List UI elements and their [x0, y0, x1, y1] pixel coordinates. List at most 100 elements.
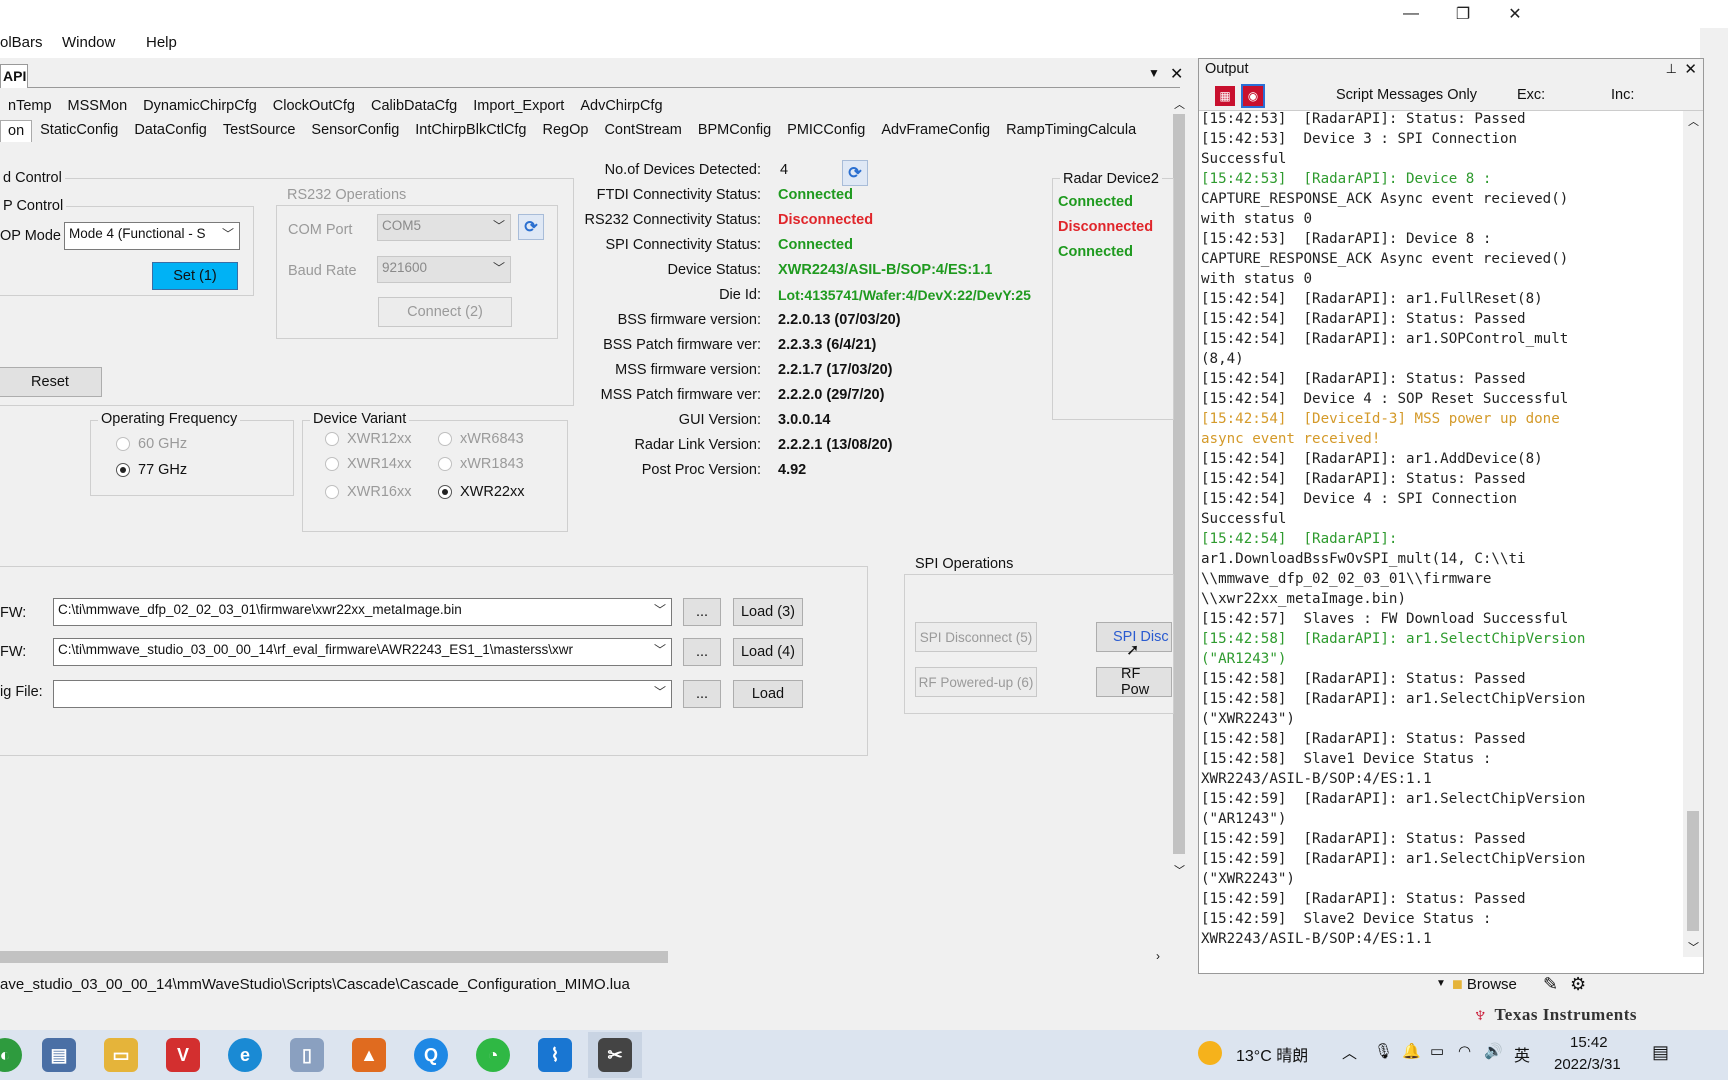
tab-pmicconfig[interactable]: PMICConfig — [779, 119, 873, 142]
freq-60-option[interactable]: 60 GHz — [116, 436, 187, 452]
variant-xwr14xx[interactable]: XWR14xx — [325, 456, 411, 472]
battery-icon[interactable]: ▭ — [1430, 1042, 1444, 1060]
main-vertical-scrollbar[interactable]: ︿ ﹀ — [1172, 92, 1186, 888]
restore-button[interactable]: ❐ — [1437, 0, 1489, 28]
chevron-up-icon[interactable]: ︿ — [1342, 1042, 1357, 1063]
close-pane-icon[interactable]: ✕ — [1170, 64, 1183, 84]
output-scroll-thumb[interactable] — [1687, 811, 1699, 931]
file-explorer-icon[interactable]: ▭ — [104, 1038, 138, 1072]
load-mss-button[interactable]: Load (4) — [733, 638, 803, 666]
search-app-icon[interactable]: Q — [414, 1038, 448, 1072]
tab-testsource[interactable]: TestSource — [215, 119, 304, 142]
variant-xwr6843[interactable]: xWR6843 — [438, 431, 524, 447]
pin-icon[interactable]: ⊥ — [1666, 61, 1677, 77]
tab-calibdatacfg[interactable]: CalibDataCfg — [363, 95, 465, 118]
variant-xwr22xx[interactable]: XWR22xx — [438, 484, 524, 500]
connect-button[interactable]: Connect (2) — [378, 297, 512, 327]
tab-advframeconfig[interactable]: AdvFrameConfig — [873, 119, 998, 142]
baud-rate-select[interactable]: 921600 ﹀ — [377, 256, 511, 283]
tab-bpmconfig[interactable]: BPMConfig — [690, 119, 779, 142]
close-button[interactable]: ✕ — [1489, 0, 1541, 28]
tab-ntemp[interactable]: nTemp — [0, 95, 60, 118]
clock-date[interactable]: 2022/3/31 — [1554, 1056, 1621, 1073]
rf-power-button[interactable]: RF Pow — [1096, 667, 1172, 697]
config-file-path[interactable]: ﹀ — [53, 680, 672, 708]
edge-icon[interactable]: e — [228, 1038, 262, 1072]
tab-row-2: on StaticConfig DataConfig TestSource Se… — [0, 118, 1172, 142]
bss-fw-label: FW: — [0, 605, 27, 621]
scroll-thumb[interactable] — [1173, 114, 1185, 854]
tab-ramptimingcalculator[interactable]: RampTimingCalcula — [998, 119, 1144, 142]
load-config-button[interactable]: Load — [733, 680, 803, 708]
mmwave-icon[interactable]: ⌇ — [538, 1038, 572, 1072]
script-messages-only-label[interactable]: Script Messages Only — [1336, 87, 1477, 103]
dropdown-arrow-icon[interactable]: ▼ — [1148, 66, 1160, 80]
run-script-icon[interactable]: ⚙ — [1570, 974, 1586, 995]
horizontal-scrollbar[interactable]: › — [0, 948, 1172, 966]
scroll-down-icon[interactable]: ﹀ — [1688, 939, 1699, 955]
scroll-down-icon[interactable]: ﹀ — [1174, 862, 1185, 878]
bss-fw-path[interactable]: C:\ti\mmwave_dfp_02_02_03_01\firmware\xw… — [53, 598, 672, 626]
tab-clockoutcfg[interactable]: ClockOutCfg — [265, 95, 363, 118]
output-scrollbar[interactable]: ︿ ﹀ — [1683, 111, 1703, 957]
tab-mssmon[interactable]: MSSMon — [60, 95, 136, 118]
tab-dataconfig[interactable]: DataConfig — [126, 119, 215, 142]
variant-xwr1843[interactable]: xWR1843 — [438, 456, 524, 472]
mss-fw-path[interactable]: C:\ti\mmwave_studio_03_00_00_14\rf_eval_… — [53, 638, 672, 666]
hscroll-thumb[interactable] — [0, 951, 668, 963]
notepad-icon[interactable]: ▯ — [290, 1038, 324, 1072]
tab-import-export[interactable]: Import_Export — [465, 95, 572, 118]
tab-advchirpcfg[interactable]: AdvChirpCfg — [572, 95, 670, 118]
vector-icon[interactable]: V — [166, 1038, 200, 1072]
close-output-icon[interactable]: ✕ — [1684, 60, 1697, 78]
stop-icon[interactable]: ◉ — [1241, 84, 1265, 108]
microphone-icon[interactable]: 🎙 — [1374, 1042, 1393, 1060]
log-line: [15:42:59] [RadarAPI]: ar1.SelectChipVer… — [1201, 791, 1586, 807]
calculator-icon[interactable]: ▤ — [42, 1038, 76, 1072]
menu-window[interactable]: Window — [62, 34, 115, 51]
notification-bell-icon[interactable]: 🔔 — [1402, 1042, 1421, 1060]
minimize-button[interactable]: — — [1385, 0, 1437, 28]
variant-xwr16xx[interactable]: XWR16xx — [325, 484, 411, 500]
snipping-tool-icon[interactable]: ✂ — [598, 1038, 632, 1072]
tab-staticconfig[interactable]: StaticConfig — [32, 119, 126, 142]
bss-fw-browse-button[interactable]: ... — [683, 598, 721, 626]
rf-powered-up-button[interactable]: RF Powered-up (6) — [915, 667, 1037, 697]
tab-sensorconfig[interactable]: SensorConfig — [303, 119, 407, 142]
reset-button[interactable]: Reset — [0, 367, 102, 397]
clear-log-icon[interactable]: ▦ — [1215, 86, 1235, 106]
com-port-select[interactable]: COM5 ﹀ — [377, 214, 511, 241]
scroll-right-icon[interactable]: › — [1156, 949, 1160, 963]
notification-center-icon[interactable]: ▤ — [1652, 1042, 1669, 1063]
tab-dynamicchirpcfg[interactable]: DynamicChirpCfg — [135, 95, 265, 118]
freq-77-option[interactable]: 77 GHz — [116, 462, 187, 478]
wifi-icon[interactable]: ◠ — [1458, 1042, 1471, 1060]
clock-time[interactable]: 15:42 — [1570, 1034, 1608, 1051]
tab-regop[interactable]: RegOp — [534, 119, 596, 142]
scroll-up-icon[interactable]: ︿ — [1174, 96, 1185, 112]
menu-toolbars[interactable]: olBars — [0, 34, 43, 51]
edit-script-icon[interactable]: ✎ — [1543, 974, 1558, 995]
volume-icon[interactable]: 🔊 — [1484, 1042, 1503, 1060]
set-button[interactable]: Set (1) — [152, 262, 238, 290]
wechat-icon[interactable]: ◔ — [476, 1038, 510, 1072]
load-bss-button[interactable]: Load (3) — [733, 598, 803, 626]
dropdown-arrow-icon[interactable]: ▼ — [1436, 978, 1446, 989]
tab-intchirpblkctlcfg[interactable]: IntChirpBlkCtlCfg — [407, 119, 534, 142]
tab-contstream[interactable]: ContStream — [596, 119, 689, 142]
config-file-browse-button[interactable]: ... — [683, 680, 721, 708]
weather-text[interactable]: 13°C 晴朗 — [1236, 1042, 1308, 1066]
spi-disconnect-button[interactable]: SPI Disconnect (5) — [915, 622, 1037, 652]
doc-tab-api[interactable]: API — [0, 64, 28, 88]
refresh-devices-icon[interactable]: ⟳ — [842, 160, 868, 186]
variant-xwr12xx[interactable]: XWR12xx — [325, 431, 411, 447]
sop-mode-select[interactable]: Mode 4 (Functional - S ﹀ — [64, 222, 240, 250]
matlab-icon[interactable]: ▲ — [352, 1038, 386, 1072]
menu-help[interactable]: Help — [146, 34, 177, 51]
tab-connection[interactable]: on — [0, 120, 33, 142]
refresh-com-icon[interactable]: ⟳ — [518, 214, 544, 240]
scroll-up-icon[interactable]: ︿ — [1688, 113, 1699, 129]
mss-fw-browse-button[interactable]: ... — [683, 638, 721, 666]
ime-indicator[interactable]: 英 — [1514, 1042, 1530, 1066]
browse-button[interactable]: ■ Browse — [1452, 974, 1517, 995]
